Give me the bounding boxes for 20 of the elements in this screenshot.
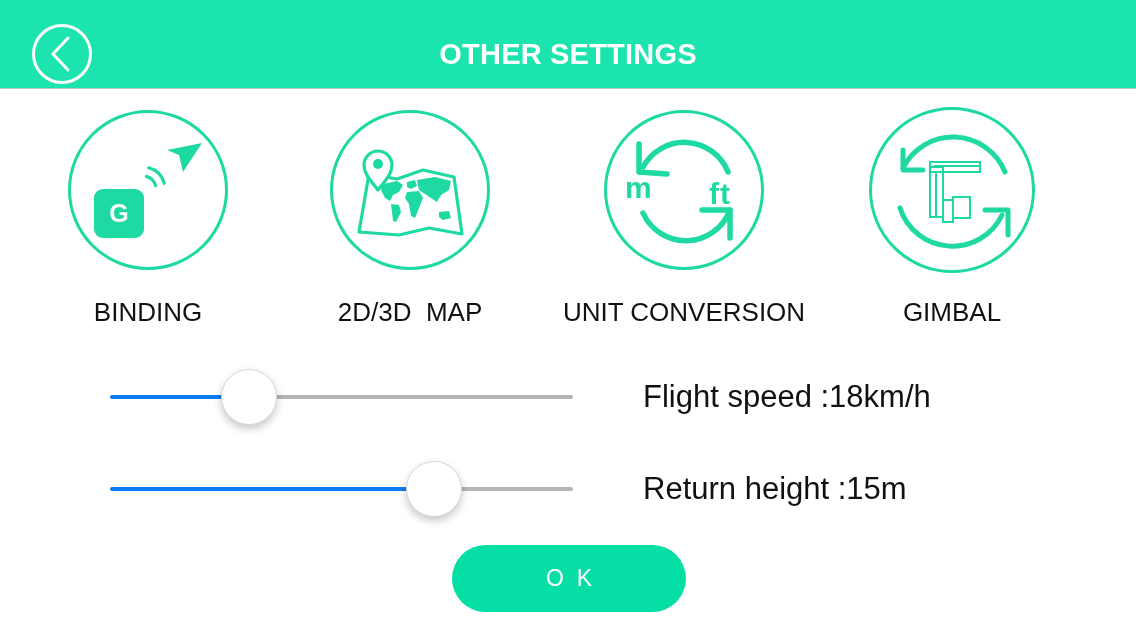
option-label: BINDING <box>93 297 203 327</box>
world-map-pin-icon <box>356 147 464 238</box>
signal-arrow-icon <box>142 143 203 189</box>
back-button[interactable] <box>32 24 92 84</box>
chevron-left-icon <box>49 35 71 73</box>
option-label: GIMBAL <box>902 297 1002 327</box>
slider-thumb[interactable] <box>220 369 277 425</box>
slider-reading: Flight speed :18km/h <box>643 379 931 415</box>
slider-thumb[interactable] <box>406 461 463 517</box>
binding-button[interactable]: G <box>68 110 228 270</box>
ok-button[interactable]: OK <box>452 545 686 612</box>
option-label: UNIT CONVERSION <box>562 297 806 327</box>
letter-tile: G <box>94 189 144 238</box>
unit-conversion-button[interactable]: m ft <box>604 110 764 270</box>
gimbal-rotate-icon <box>896 134 1012 252</box>
unit-label: ft <box>709 179 731 209</box>
unit-label: m <box>625 173 652 203</box>
slider-reading: Return height :15m <box>643 471 907 507</box>
screen-title: OTHER SETTINGS <box>439 37 697 71</box>
option-label: 2D/3D MAP <box>337 297 483 327</box>
